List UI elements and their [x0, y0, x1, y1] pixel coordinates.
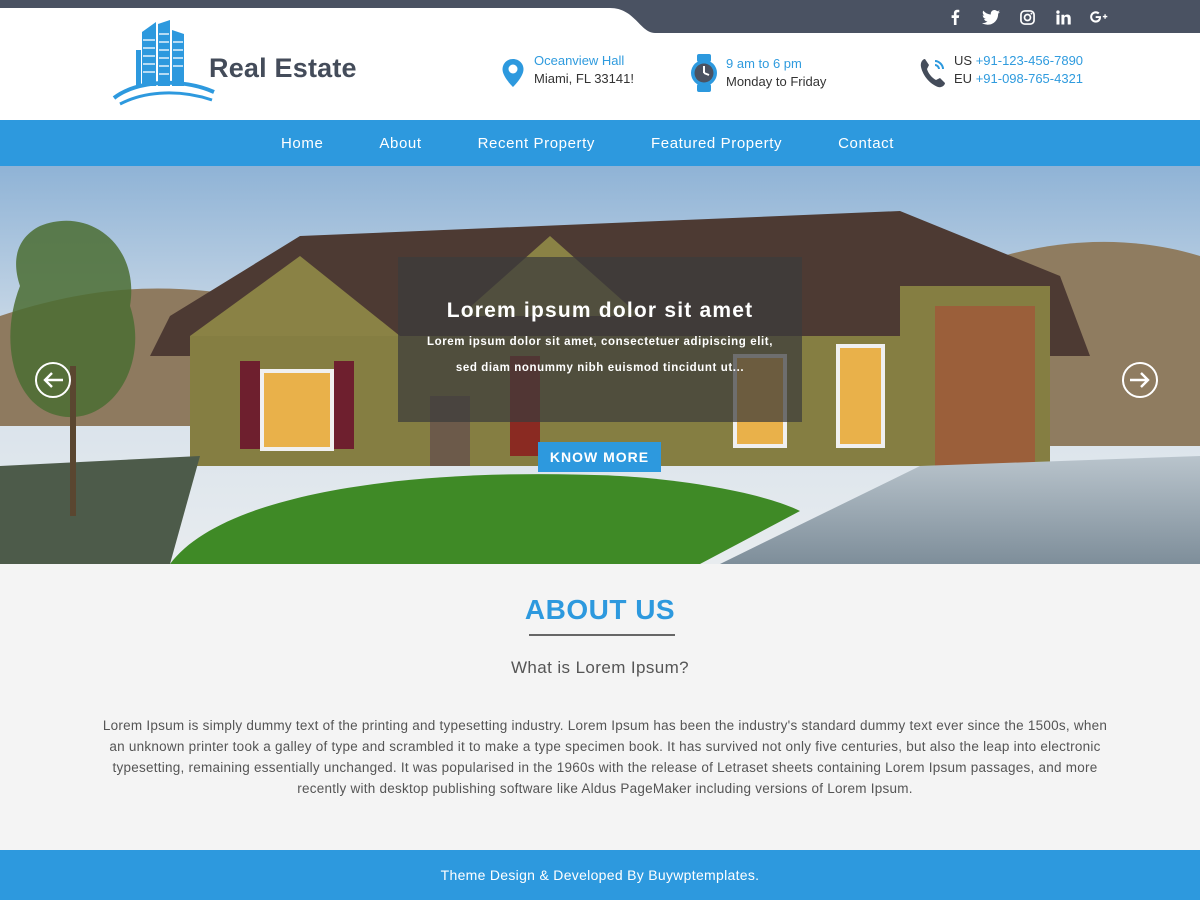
about-title: ABOUT US — [524, 594, 676, 625]
instagram-icon[interactable] — [1018, 6, 1036, 28]
top-strip — [0, 0, 640, 8]
hero-text: Lorem ipsum dolor sit amet, consectetuer… — [404, 329, 796, 381]
address-info: Oceanview Hall Miami, FL 33141! — [498, 53, 634, 92]
about-subtitle: What is Lorem Ipsum? — [510, 658, 690, 677]
phone-eu[interactable]: EU +91-098-765-4321 — [954, 70, 1083, 88]
next-slide-arrow-icon[interactable] — [1122, 362, 1158, 398]
know-more-button[interactable]: KNOW MORE — [538, 442, 661, 472]
nav-item-recent-property[interactable]: Recent Property — [478, 135, 595, 152]
address-line2: Miami, FL 33141! — [534, 71, 634, 86]
linkedin-icon[interactable] — [1054, 6, 1072, 28]
hours-line1: 9 am to 6 pm — [726, 56, 802, 71]
site-footer: Theme Design & Developed By Buywptemplat… — [0, 850, 1200, 900]
phone-us-number: +91-123-456-7890 — [975, 53, 1084, 68]
main-nav: Home About Recent Property Featured Prop… — [0, 120, 1200, 166]
phone-info: US +91-123-456-7890 EU +91-098-765-4321 — [918, 52, 1083, 92]
hero-title: Lorem ipsum dolor sit amet — [446, 299, 754, 322]
hours-info: 9 am to 6 pm Monday to Friday — [688, 54, 826, 92]
social-links — [946, 6, 1108, 28]
hero-text-line1: Lorem ipsum dolor sit amet, consectetuer… — [426, 336, 774, 348]
about-section: ABOUT US What is Lorem Ipsum? Lorem Ipsu… — [0, 564, 1200, 850]
logo-text: Real Estate — [209, 53, 357, 83]
facebook-icon[interactable] — [946, 6, 964, 28]
prev-slide-arrow-icon[interactable] — [35, 362, 71, 398]
twitter-icon[interactable] — [982, 6, 1000, 28]
watch-icon — [688, 54, 720, 92]
site-header: Real Estate Oceanview Hall Miami, FL 331… — [0, 0, 1200, 120]
hero-caption: Lorem ipsum dolor sit amet Lorem ipsum d… — [398, 257, 802, 422]
google-plus-icon[interactable] — [1090, 6, 1108, 28]
hours-line2: Monday to Friday — [726, 74, 827, 89]
top-social-bar-bg — [600, 0, 1200, 33]
hero-slider: Lorem ipsum dolor sit amet Lorem ipsum d… — [0, 166, 1200, 564]
phone-eu-region: EU — [954, 71, 973, 86]
phone-us[interactable]: US +91-123-456-7890 — [954, 52, 1083, 70]
phone-us-region: US — [954, 53, 973, 68]
address-line1: Oceanview Hall — [534, 53, 625, 68]
location-pin-icon — [498, 54, 528, 92]
hero-text-line2: sed diam nonummy nibh euismod tincidunt … — [455, 362, 745, 374]
nav-item-contact[interactable]: Contact — [838, 135, 894, 152]
phone-eu-number: +91-098-765-4321 — [975, 71, 1084, 86]
footer-credit[interactable]: Theme Design & Developed By Buywptemplat… — [441, 867, 760, 883]
about-title-underline — [529, 634, 675, 636]
phone-icon — [918, 54, 948, 92]
site-logo[interactable]: Real Estate — [112, 20, 357, 106]
buildings-logo-icon — [112, 20, 215, 106]
nav-item-featured-property[interactable]: Featured Property — [651, 135, 782, 152]
nav-item-home[interactable]: Home — [281, 135, 323, 152]
about-body: Lorem Ipsum is simply dummy text of the … — [102, 718, 1108, 796]
nav-item-about[interactable]: About — [379, 135, 421, 152]
